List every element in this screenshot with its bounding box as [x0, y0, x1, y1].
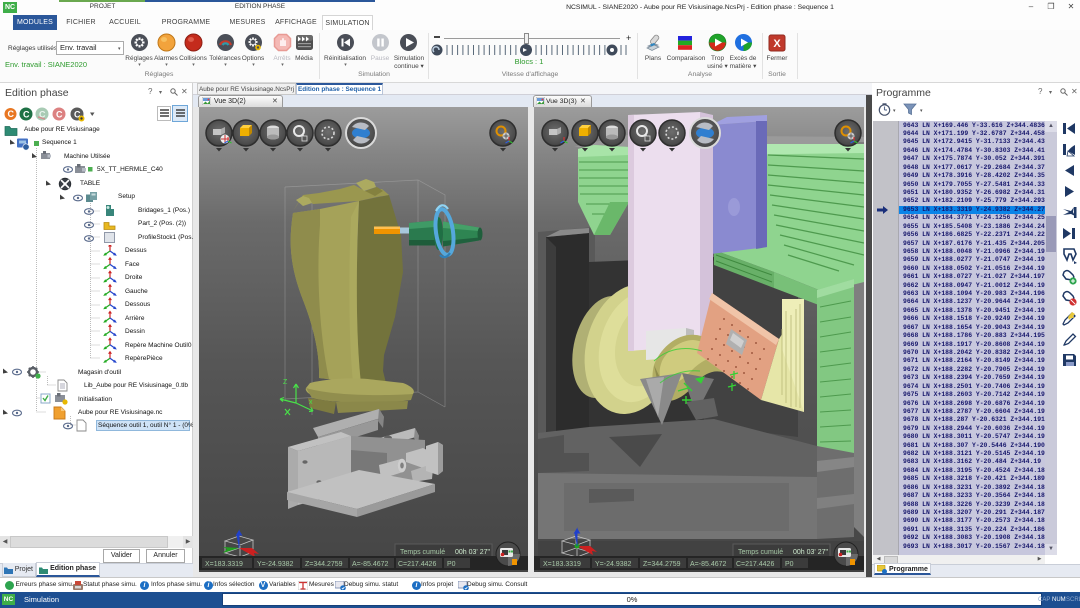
- svg-text:00h 03' 27": 00h 03' 27": [455, 549, 490, 556]
- svg-text:Temps cumulé: Temps cumulé: [738, 549, 783, 556]
- svg-text:Z=344.2759: Z=344.2759: [305, 561, 343, 568]
- svg-text:Y=-24.9382: Y=-24.9382: [595, 561, 631, 568]
- svg-text:A=-85.4672: A=-85.4672: [690, 561, 726, 568]
- svg-text:X=183.3319: X=183.3319: [205, 561, 243, 568]
- svg-text:X: X: [773, 38, 781, 50]
- svg-text:C: C: [23, 110, 30, 120]
- svg-text:Z=344.2759: Z=344.2759: [643, 561, 681, 568]
- svg-text:Z: Z: [283, 379, 288, 386]
- svg-text:P0: P0: [785, 561, 794, 568]
- svg-text:A=-85.4672: A=-85.4672: [352, 561, 388, 568]
- svg-text:Y=-24.9382: Y=-24.9382: [257, 561, 293, 568]
- svg-text:C: C: [8, 109, 15, 119]
- svg-text:C=217.4426: C=217.4426: [736, 561, 774, 568]
- svg-text:C: C: [56, 110, 63, 120]
- svg-text:P0: P0: [447, 561, 456, 568]
- svg-text:00h 03' 27": 00h 03' 27": [793, 549, 828, 556]
- svg-text:x: x: [309, 399, 313, 406]
- svg-text:Temps cumulé: Temps cumulé: [400, 549, 445, 556]
- svg-text:C=217.4426: C=217.4426: [398, 561, 436, 568]
- svg-text:X=183.3319: X=183.3319: [543, 561, 581, 568]
